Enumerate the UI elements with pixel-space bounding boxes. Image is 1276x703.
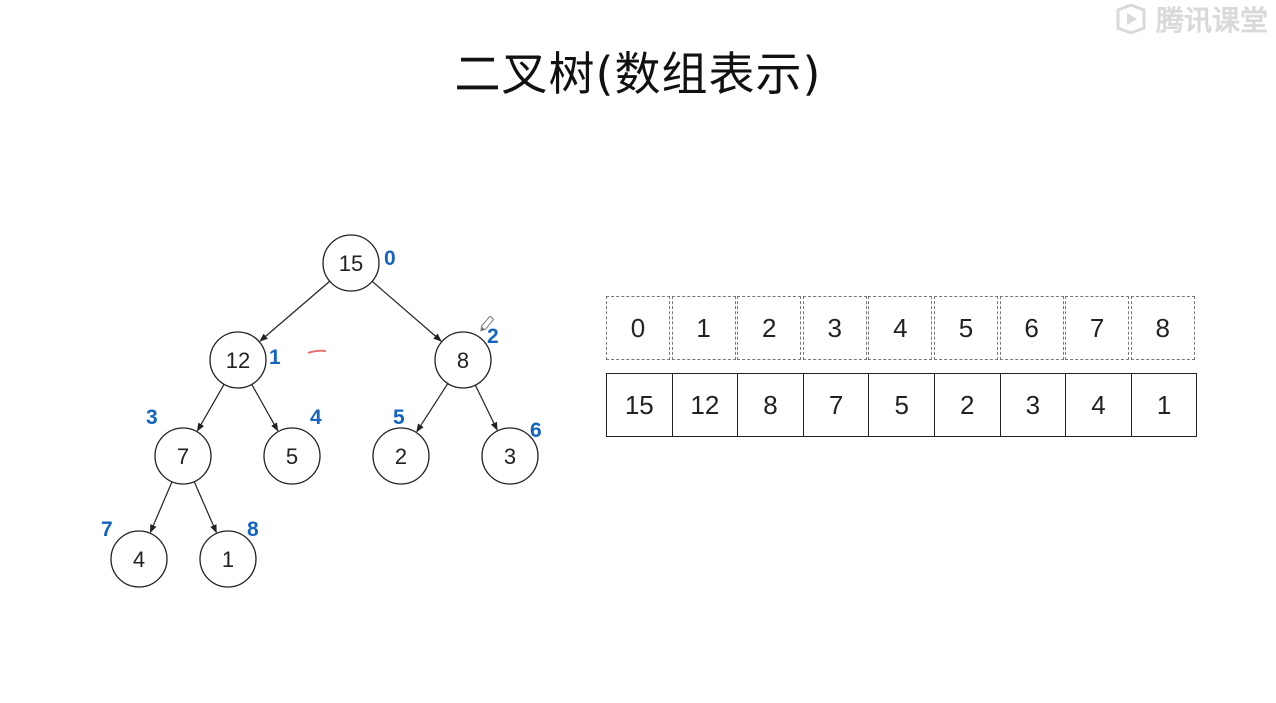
tree-node-4: 5 4: [263, 406, 322, 485]
array-value-cell: 8: [738, 373, 804, 437]
tree-node-3: 7 3: [146, 406, 212, 485]
array-value-cell: 1: [1131, 373, 1198, 437]
node-value: 12: [226, 348, 250, 373]
array-value-cell: 15: [607, 373, 673, 437]
array-value-cell: 4: [1066, 373, 1132, 437]
annotation-stroke: [307, 349, 327, 354]
array-index-cell: 6: [999, 296, 1064, 360]
node-value: 2: [395, 444, 407, 469]
node-index-label: 8: [247, 518, 259, 541]
array-index-row: 0 1 2 3 4 5 6 7 8: [606, 296, 1196, 360]
array-index-cell: 5: [933, 296, 998, 360]
array-value-cell: 7: [803, 373, 870, 437]
tree-edge: [474, 384, 498, 431]
array-index-cell: 3: [802, 296, 867, 360]
tree-edge: [371, 280, 442, 342]
node-index-label: 0: [384, 247, 396, 270]
tree-node-6: 3 6: [481, 419, 542, 485]
tree-edge: [259, 280, 331, 342]
tree-node-7: 4 7: [101, 518, 168, 588]
node-index-label: 5: [393, 406, 405, 429]
node-index-label: 7: [101, 518, 113, 541]
node-value: 4: [133, 547, 145, 572]
tree-edge: [416, 383, 449, 433]
node-index-label: 4: [310, 406, 322, 429]
array-index-cell: 4: [868, 296, 933, 360]
node-value: 7: [177, 444, 189, 469]
tree-edge: [196, 383, 225, 432]
node-value: 15: [339, 251, 363, 276]
array-value-cell: 2: [934, 373, 1001, 437]
tree-node-1: 12 1: [209, 331, 281, 389]
array-index-cell: 2: [737, 296, 802, 360]
node-value: 8: [457, 348, 469, 373]
array-value-cell: 12: [672, 373, 739, 437]
array-index-cell: 1: [671, 296, 736, 360]
node-index-label: 1: [269, 346, 281, 369]
array-index-cell: 7: [1065, 296, 1130, 360]
tree-edge: [193, 481, 217, 534]
tree-node-0: 15 0: [322, 234, 396, 292]
tree-node-8: 1 8: [199, 518, 259, 588]
node-index-label: 6: [530, 419, 542, 442]
tree-node-5: 2 5: [372, 406, 430, 485]
node-value: 5: [286, 444, 298, 469]
array-index-cell: 0: [606, 296, 670, 360]
tree-edge: [251, 384, 279, 432]
node-value: 1: [222, 547, 234, 572]
array-value-cell: 5: [869, 373, 935, 437]
array-value-cell: 3: [1000, 373, 1067, 437]
node-index-label: 3: [146, 406, 158, 429]
array-index-cell: 8: [1130, 296, 1195, 360]
node-value: 3: [504, 444, 516, 469]
tree-edge: [149, 481, 173, 534]
node-index-label: 2: [487, 325, 499, 348]
tree-node-2: 8 2: [434, 325, 499, 389]
array-value-row: 15 12 8 7 5 2 3 4 1: [606, 373, 1198, 437]
